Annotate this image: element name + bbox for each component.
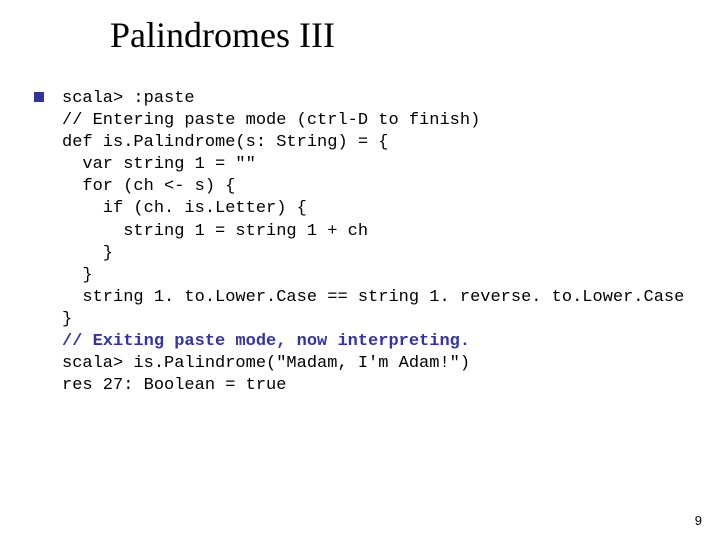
code-line: var string 1 = "" [62, 154, 690, 176]
code-line: scala> is.Palindrome("Madam, I'm Adam!") [62, 353, 690, 375]
code-block: scala> :paste // Entering paste mode (ct… [62, 88, 690, 397]
code-line: // Entering paste mode (ctrl-D to finish… [62, 110, 690, 132]
page-number: 9 [695, 513, 702, 528]
bullet-icon [34, 92, 44, 102]
code-line: scala> :paste [62, 88, 690, 110]
code-line: def is.Palindrome(s: String) = { [62, 132, 690, 154]
code-line: // Exiting paste mode, now interpreting. [62, 331, 690, 353]
code-line: res 27: Boolean = true [62, 375, 690, 397]
slide-title: Palindromes III [110, 14, 335, 56]
slide: Palindromes III scala> :paste // Enterin… [0, 0, 720, 540]
code-line: for (ch <- s) { [62, 176, 690, 198]
code-line: } [62, 309, 690, 331]
code-line: } [62, 243, 690, 265]
code-line: string 1 = string 1 + ch [62, 221, 690, 243]
code-line: string 1. to.Lower.Case == string 1. rev… [62, 287, 690, 309]
code-line: } [62, 265, 690, 287]
code-line: if (ch. is.Letter) { [62, 198, 690, 220]
